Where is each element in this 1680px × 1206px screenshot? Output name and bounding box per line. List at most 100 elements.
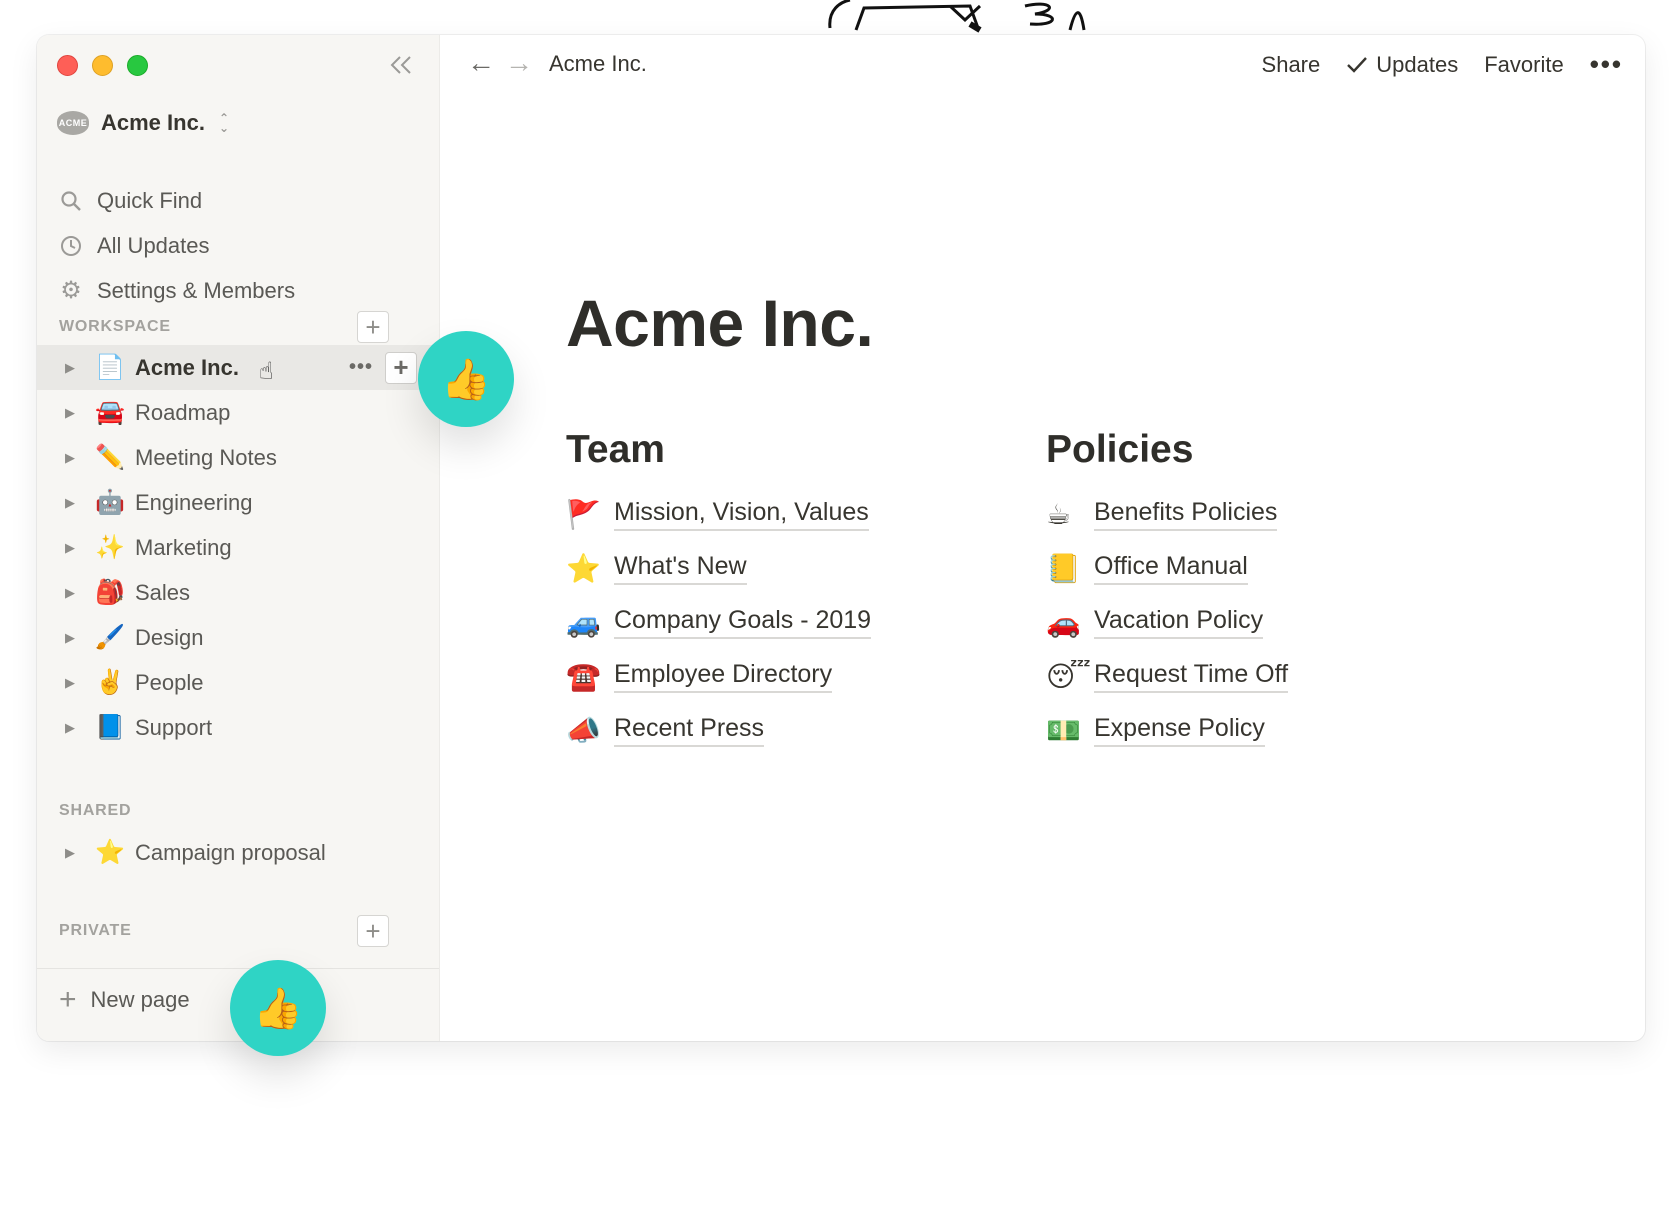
new-page-button[interactable]: + New page (59, 983, 190, 1016)
share-button[interactable]: Share (1262, 52, 1321, 78)
minimize-window-button[interactable] (92, 55, 113, 76)
team-heading: Team (566, 428, 665, 471)
sidebar-item-label: Meeting Notes (135, 444, 277, 470)
policies-heading: Policies (1046, 428, 1194, 471)
link-label: Expense Policy (1094, 714, 1265, 747)
clock-icon (57, 235, 85, 257)
telephone-icon: ☎️ (566, 660, 601, 692)
row-tools: ••• + (349, 351, 417, 384)
policies-column: Policies ☕ Benefits Policies 📒 Office Manu… (1046, 428, 1289, 757)
expand-triangle-icon[interactable]: ▶ (65, 585, 79, 601)
sidebar-item-label: Sales (135, 579, 191, 605)
quick-find-label: Quick Find (97, 187, 203, 213)
link-office-manual[interactable]: 📒 Office Manual (1046, 541, 1288, 595)
sidebar-item-support[interactable]: ▶ 📘 Support (37, 705, 439, 750)
hand-cursor-icon: ☝ (259, 358, 274, 385)
workspace-name: Acme Inc. (101, 110, 205, 135)
coffee-icon: ☕ (1046, 498, 1072, 530)
expand-triangle-icon[interactable]: ▶ (65, 675, 79, 691)
maximize-window-button[interactable] (127, 55, 148, 76)
workspace-switcher[interactable]: ACME Acme Inc. ⌃ ⌄ (57, 110, 229, 136)
add-private-page-button[interactable]: + (357, 915, 389, 947)
quick-find-item[interactable]: Quick Find (57, 178, 295, 223)
link-label: Employee Directory (614, 660, 833, 693)
link-whats-new[interactable]: ⭐ What's New (566, 541, 871, 595)
sidebar-item-sales[interactable]: ▶ 🎒 Sales (37, 570, 439, 615)
victory-hand-icon: ✌️ (95, 669, 125, 696)
sidebar-item-design[interactable]: ▶ 🖌️ Design (37, 615, 439, 660)
collapse-sidebar-button[interactable] (381, 45, 421, 85)
all-updates-label: All Updates (97, 232, 210, 258)
link-label: Recent Press (614, 714, 765, 747)
new-page-label: New page (90, 987, 190, 1012)
expand-triangle-icon[interactable]: ▶ (65, 405, 79, 421)
forward-arrow-icon[interactable]: → (505, 47, 533, 79)
expand-triangle-icon[interactable]: ▶ (65, 360, 79, 376)
notebook-icon: 📒 (1046, 552, 1081, 584)
link-label: What's New (614, 552, 747, 585)
megaphone-icon: 📣 (566, 714, 601, 746)
sidebar-item-people[interactable]: ▶ ✌️ People (37, 660, 439, 705)
sidebar-nav: Quick Find All Updates ⚙ Settings & Memb… (57, 178, 295, 313)
updates-button[interactable]: Updates (1346, 52, 1458, 78)
workspace-logo: ACME (57, 111, 89, 135)
link-label: Vacation Policy (1094, 606, 1264, 639)
thumbs-up-badge: 👍 (418, 331, 514, 427)
link-benefits-policies[interactable]: ☕ Benefits Policies (1046, 487, 1288, 541)
expand-triangle-icon[interactable]: ▶ (65, 720, 79, 736)
link-recent-press[interactable]: 📣 Recent Press (566, 703, 871, 757)
link-vacation-policy[interactable]: 🚗 Vacation Policy (1046, 595, 1288, 649)
link-mission-vision-values[interactable]: 🚩 Mission, Vision, Values (566, 487, 871, 541)
team-column: Team 🚩 Mission, Vision, Values ⭐ What's Ne… (566, 428, 872, 757)
thumbs-up-badge: 👍 (230, 960, 326, 1056)
paintbrush-icon: 🖌️ (95, 624, 125, 651)
backpack-icon: 🎒 (95, 579, 125, 606)
robot-icon: 🤖 (95, 489, 125, 516)
expand-triangle-icon[interactable]: ▶ (65, 845, 79, 861)
plus-icon: + (59, 983, 77, 1016)
sidebar-item-marketing[interactable]: ▶ ✨ Marketing (37, 525, 439, 570)
breadcrumb[interactable]: Acme Inc. (549, 51, 647, 77)
star-icon: ⭐ (95, 839, 125, 866)
red-flag-icon: 🚩 (566, 498, 601, 530)
link-company-goals[interactable]: 🚙 Company Goals - 2019 (566, 595, 872, 649)
sidebar-item-label: Support (135, 714, 213, 740)
dollar-bill-icon: 💵 (1046, 714, 1081, 746)
sidebar: ACME Acme Inc. ⌃ ⌄ Quick Find All Updates… (37, 35, 440, 1041)
sidebar-item-campaign-proposal[interactable]: ▶ ⭐ Campaign proposal (37, 830, 439, 875)
sidebar-item-roadmap[interactable]: ▶ 🚘 Roadmap (37, 390, 439, 435)
sidebar-item-engineering[interactable]: ▶ 🤖 Engineering (37, 480, 439, 525)
sparkles-icon: ✨ (95, 534, 125, 561)
updates-label: Updates (1376, 51, 1459, 77)
more-options-icon[interactable]: ••• (1590, 49, 1623, 80)
link-request-time-off[interactable]: 😴 Request Time Off (1046, 649, 1289, 703)
close-window-button[interactable] (57, 55, 78, 76)
expand-triangle-icon[interactable]: ▶ (65, 540, 79, 556)
settings-members-item[interactable]: ⚙ Settings & Members (57, 268, 295, 313)
sleeping-face-icon: 😴 (1046, 660, 1091, 692)
window-controls (57, 55, 148, 76)
settings-members-label: Settings & Members (97, 277, 296, 303)
back-arrow-icon[interactable]: ← (467, 47, 495, 79)
car-icon: 🚗 (1046, 606, 1081, 638)
topbar-actions: Share Updates Favorite ••• (1262, 49, 1623, 80)
favorite-button[interactable]: Favorite (1484, 52, 1563, 78)
add-subpage-button[interactable]: + (385, 351, 417, 384)
expand-triangle-icon[interactable]: ▶ (65, 495, 79, 511)
link-employee-directory[interactable]: ☎️ Employee Directory (566, 649, 871, 703)
car-icon: 🚙 (566, 606, 601, 638)
sidebar-item-meeting-notes[interactable]: ▶ ✏️ Meeting Notes (37, 435, 439, 480)
more-options-icon[interactable]: ••• (349, 356, 373, 379)
workspace-page-list: ▶ 📄 Acme Inc. ☝ ••• + ▶ 🚘 Roadmap ▶ ✏️ M… (37, 345, 439, 750)
all-updates-item[interactable]: All Updates (57, 223, 295, 268)
expand-triangle-icon[interactable]: ▶ (65, 450, 79, 466)
add-workspace-page-button[interactable]: + (357, 311, 389, 343)
page-title: Acme Inc. (566, 286, 874, 360)
shared-page-list: ▶ ⭐ Campaign proposal (37, 830, 439, 875)
sidebar-item-label: Engineering (135, 489, 253, 515)
sidebar-item-label: Roadmap (135, 399, 231, 425)
checkmark-icon (1347, 56, 1368, 73)
expand-triangle-icon[interactable]: ▶ (65, 630, 79, 646)
link-expense-policy[interactable]: 💵 Expense Policy (1046, 703, 1288, 757)
sidebar-item-acme-inc[interactable]: ▶ 📄 Acme Inc. ☝ ••• + (37, 345, 439, 390)
